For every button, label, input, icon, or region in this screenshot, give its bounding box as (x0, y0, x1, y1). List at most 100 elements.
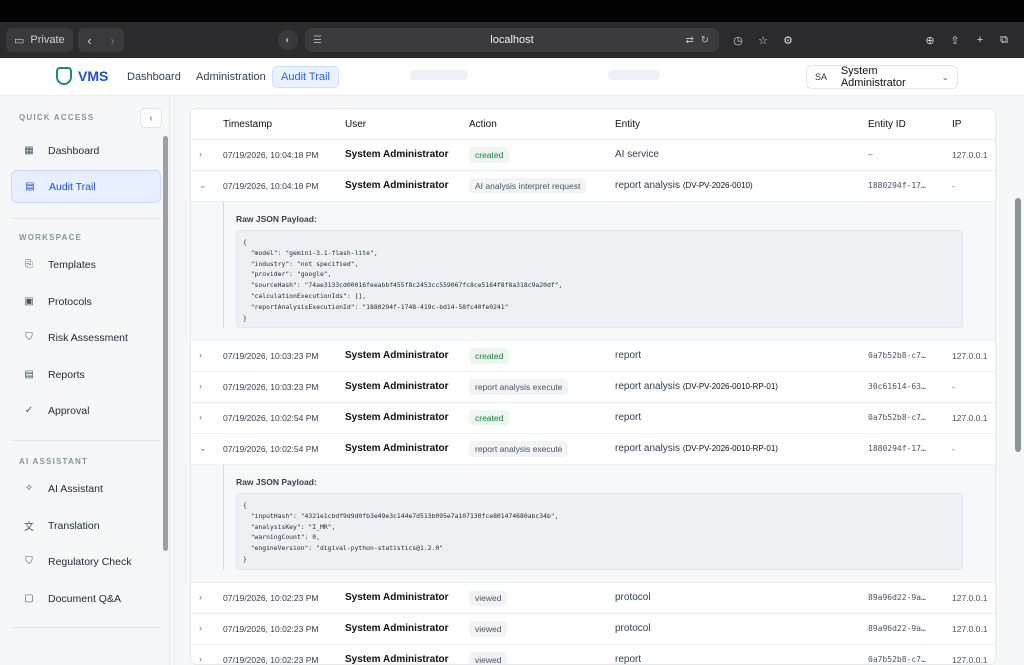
expand-chevron-icon[interactable]: › (199, 350, 202, 360)
action-badge: viewed (469, 621, 508, 637)
table-row[interactable]: › 07/19/2026, 10:03:23 PM System Administr… (191, 372, 995, 403)
app-logo[interactable]: VMS (56, 67, 108, 85)
forward-icon[interactable]: › (110, 33, 114, 48)
table-row[interactable]: › 07/19/2026, 10:03:23 PM System Administr… (191, 341, 995, 372)
sidebar-item-ai-assistant[interactable]: ✧ AI Assistant (11, 472, 161, 505)
private-tab-button[interactable]: ▭ Private (6, 28, 73, 52)
sidebar-item-risk-assessment[interactable]: ⛉ Risk Assessment (11, 321, 161, 354)
sidebar-item-dashboard[interactable]: ▦ Dashboard (11, 134, 161, 167)
audit-table-card: Timestamp User Action Entity Entity ID I… (190, 108, 996, 665)
payload-indent-line (223, 202, 236, 328)
divider (11, 627, 161, 628)
user-cell: System Administrator (345, 350, 449, 361)
entity-name: report analysis (615, 443, 681, 454)
timestamp-cell: 07/19/2026, 10:04:18 PM (223, 181, 319, 191)
expand-chevron-icon[interactable]: › (199, 381, 202, 391)
gear-icon[interactable]: ⚙ (780, 28, 796, 52)
sidebar-item-regulatory-check[interactable]: ⛉ Regulatory Check (11, 545, 161, 578)
column-header-ip[interactable]: IP (952, 119, 961, 130)
nav-administration[interactable]: Administration (188, 66, 274, 88)
timestamp-cell: 07/19/2026, 10:03:23 PM (223, 382, 319, 392)
json-code-block[interactable]: { "inputHash": "4321e1cbdf9d9d0fb3e49e3c… (236, 493, 963, 570)
expand-chevron-icon[interactable]: › (199, 623, 202, 633)
entity-cell: report analysis (DV-PV-2026-0010-RP-01) (615, 381, 778, 392)
entity-id-cell: 0a7b52b8-c7… (868, 351, 926, 360)
table-row[interactable]: › 07/19/2026, 10:02:23 PM System Administr… (191, 614, 995, 645)
private-label: Private (30, 34, 65, 46)
translate-reload-icons[interactable]: ⇄ ↻ (685, 35, 711, 46)
nav-audit-trail[interactable]: Audit Trail (272, 66, 339, 88)
page-scrollbar[interactable] (1015, 198, 1021, 452)
action-badge: report analysis execute (469, 379, 569, 395)
collapse-sidebar-button[interactable]: ‹ (140, 108, 162, 128)
ip-cell: - (952, 181, 955, 191)
sidebar-item-templates[interactable]: ⎘ Templates (11, 248, 161, 281)
json-payload-panel: Raw JSON Payload: { "model": "gemini-3.1-… (191, 202, 995, 341)
column-header-entity[interactable]: Entity (615, 119, 640, 130)
timestamp-cell: 07/19/2026, 10:02:23 PM (223, 624, 319, 634)
audit-icon: ▤ (25, 181, 35, 192)
sidebar-scrollbar[interactable] (163, 136, 168, 551)
entity-name: protocol (615, 623, 651, 634)
section-label-workspace: WORKSPACE (19, 233, 83, 242)
history-icon[interactable]: ◷ (730, 28, 746, 52)
action-badge: viewed (469, 590, 508, 606)
expand-chevron-icon[interactable]: ⌄ (199, 180, 207, 191)
expand-chevron-icon[interactable]: › (199, 654, 202, 664)
entity-name: report (615, 412, 642, 423)
sidebar-item-document-qa[interactable]: ▢ Document Q&A (11, 582, 161, 615)
app-header: VMS Dashboard Administration Audit Trail… (0, 58, 1024, 96)
entity-cell: report (615, 350, 641, 361)
sidebar-item-protocols[interactable]: ▣ Protocols (11, 285, 161, 318)
action-badge: viewed (469, 652, 508, 664)
table-row[interactable]: ⌄ 07/19/2026, 10:04:18 PM System Administr… (191, 171, 995, 202)
sidebar-item-audit-trail[interactable]: ▤ Audit Trail (11, 170, 161, 203)
sidebar-item-reports[interactable]: ▤ Reports (11, 358, 161, 391)
entity-id-cell: – (868, 150, 873, 159)
tab-overview-icon[interactable]: ⧉ (996, 28, 1012, 52)
entity-cell: report (615, 654, 641, 664)
expand-chevron-icon[interactable]: › (199, 149, 202, 159)
blurred-placeholder (410, 70, 468, 80)
section-label-quick-access: QUICK ACCESS (19, 113, 95, 122)
user-cell: System Administrator (345, 623, 449, 634)
page-settings-icon[interactable]: ☰ (313, 35, 322, 46)
user-cell: System Administrator (345, 180, 449, 191)
table-row[interactable]: › 07/19/2026, 10:02:23 PM System Administr… (191, 583, 995, 614)
sidebar-item-label: Document Q&A (48, 592, 121, 605)
new-tab-icon[interactable]: + (972, 28, 988, 52)
entity-name: report analysis (615, 381, 681, 392)
table-row[interactable]: ⌄ 07/19/2026, 10:02:54 PM System Administr… (191, 434, 995, 465)
expand-chevron-icon[interactable]: › (199, 592, 202, 602)
table-row[interactable]: › 07/19/2026, 10:04:18 PM System Administr… (191, 140, 995, 171)
entity-code: (DV-PV-2026-0010-RP-01) (682, 382, 778, 391)
download-icon[interactable]: ⊕ (922, 28, 938, 52)
sidebar-item-label: Approval (48, 404, 90, 417)
nav-dashboard[interactable]: Dashboard (119, 66, 189, 88)
privacy-shield-icon[interactable]: ◐ (278, 30, 298, 50)
user-menu-button[interactable]: SA System Administrator ⌄ (806, 65, 958, 89)
entity-name: report (615, 350, 642, 361)
column-header-user[interactable]: User (345, 119, 366, 130)
entity-cell: AI service (615, 149, 659, 160)
entity-id-cell: 0a7b52b8-c7… (868, 413, 926, 422)
json-code-block[interactable]: { "model": "gemini-3.1-flash-lite", "ind… (236, 230, 963, 328)
table-row[interactable]: › 07/19/2026, 10:02:54 PM System Administr… (191, 403, 995, 434)
table-row[interactable]: › 07/19/2026, 10:02:23 PM System Administr… (191, 645, 995, 665)
bookmark-star-icon[interactable]: ☆ (755, 28, 771, 52)
back-icon[interactable]: ‹ (87, 33, 91, 48)
expand-chevron-icon[interactable]: ⌄ (199, 443, 207, 454)
entity-cell: report (615, 412, 641, 423)
column-header-entity-id[interactable]: Entity ID (868, 119, 906, 130)
column-header-action[interactable]: Action (469, 119, 497, 130)
sidebar-item-label: Templates (48, 258, 96, 271)
timestamp-cell: 07/19/2026, 10:02:23 PM (223, 655, 319, 665)
column-header-timestamp[interactable]: Timestamp (223, 119, 272, 130)
expand-chevron-icon[interactable]: › (199, 412, 202, 422)
payload-label: Raw JSON Payload: (236, 477, 317, 487)
sidebar-item-approval[interactable]: ✓ Approval (11, 394, 161, 427)
ip-cell: - (952, 382, 955, 392)
sidebar-item-translation[interactable]: 文 Translation (11, 509, 161, 542)
address-bar[interactable]: ☰ localhost ⇄ ↻ (305, 28, 719, 52)
share-icon[interactable]: ⇧ (947, 28, 963, 52)
